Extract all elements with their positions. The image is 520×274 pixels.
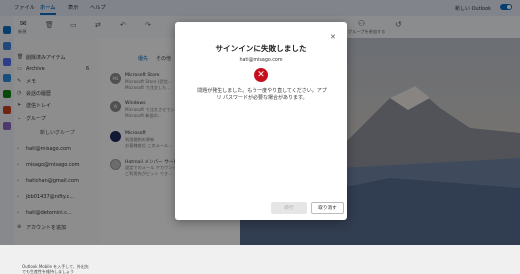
account-email: hati@misago.com	[239, 58, 283, 63]
signin-failed-dialog: ✕ サインインに失敗しました hati@misago.com ✕ 問題が発生しま…	[175, 22, 347, 220]
error-message: 問題が発生しました。もう一度やり直してください。アプリ パスワードが必要な場合が…	[197, 88, 327, 101]
close-icon[interactable]: ✕	[330, 33, 336, 41]
error-icon: ✕	[254, 68, 268, 82]
cancel-button[interactable]: 取り消す	[311, 202, 344, 214]
continue-button[interactable]: 続行	[271, 202, 307, 214]
mobile-promo: Outlook Mobile を入手して、外出先でも生産性を維持しましょう	[22, 264, 89, 274]
dialog-title: サインインに失敗しました	[215, 44, 307, 53]
